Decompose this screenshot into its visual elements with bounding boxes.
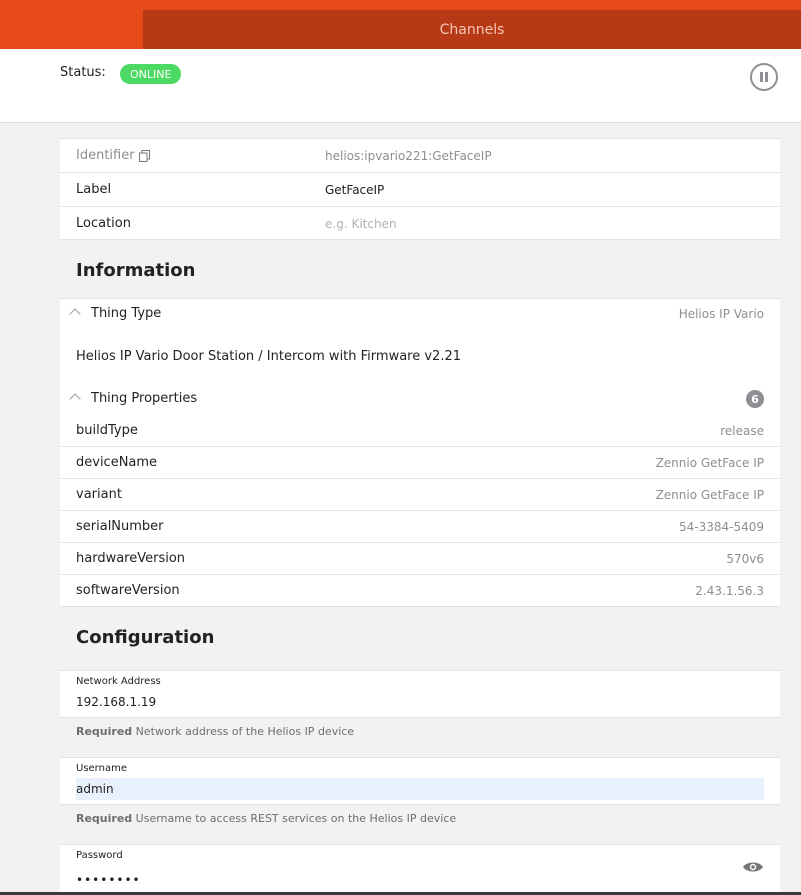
hint-text: Network address of the Helios IP device	[135, 725, 355, 738]
tab-thing[interactable]	[0, 10, 143, 49]
location-row: Location	[60, 207, 780, 241]
network-address-hint: Required Network address of the Helios I…	[76, 725, 354, 738]
pause-icon-bar	[765, 72, 768, 82]
status-badge: ONLINE	[120, 64, 182, 84]
property-key: variant	[76, 487, 122, 502]
property-key: serialNumber	[76, 519, 164, 534]
property-key: softwareVersion	[76, 583, 180, 598]
thing-properties-label: Thing Properties	[91, 391, 198, 406]
property-value: release	[720, 424, 764, 438]
pause-button[interactable]	[750, 63, 778, 91]
username-hint: Required Username to access REST service…	[76, 812, 456, 825]
identifier-value: helios:ipvario221:GetFaceIP	[325, 149, 492, 163]
property-value: 570v6	[726, 552, 764, 566]
identifier-row: Identifier helios:ipvario221:GetFaceIP	[60, 139, 780, 173]
password-label: Password	[76, 850, 123, 861]
location-input[interactable]	[325, 214, 765, 234]
property-value: Zennio GetFace IP	[655, 456, 764, 470]
property-value: 54-3384-5409	[678, 520, 764, 534]
label-label: Label	[76, 182, 112, 197]
username-input[interactable]	[76, 778, 764, 800]
property-row: hardwareVersion 570v6	[60, 543, 780, 575]
configuration-title: Configuration	[76, 627, 215, 648]
required-label: Required	[76, 812, 133, 825]
username-label: Username	[76, 763, 127, 774]
properties-count-badge: 6	[746, 390, 764, 408]
thing-type-value: Helios IP Vario	[678, 307, 764, 321]
thing-info-card: Identifier helios:ipvario221:GetFaceIP L…	[60, 138, 780, 240]
label-input[interactable]	[325, 180, 765, 200]
network-address-field: Network Address	[60, 670, 780, 718]
top-strip	[0, 0, 801, 10]
property-key: buildType	[76, 423, 138, 438]
thing-type-header[interactable]: Thing Type Helios IP Vario	[60, 299, 780, 329]
property-key: hardwareVersion	[76, 551, 186, 566]
pause-icon	[760, 72, 763, 82]
property-row: serialNumber 54-3384-5409	[60, 511, 780, 543]
network-address-label: Network Address	[76, 676, 161, 687]
property-row: softwareVersion 2.43.1.56.3	[60, 575, 780, 607]
information-title: Information	[76, 260, 196, 281]
location-label: Location	[76, 216, 131, 231]
tab-channels[interactable]: Channels	[143, 10, 801, 49]
status-label: Status:	[60, 65, 106, 80]
hint-text: Username to access REST services on the …	[135, 812, 457, 825]
identifier-label: Identifier	[76, 148, 135, 163]
thing-type-label: Thing Type	[91, 306, 162, 321]
information-card: Thing Type Helios IP Vario Helios IP Var…	[60, 298, 780, 607]
copy-icon[interactable]	[139, 150, 150, 162]
required-label: Required	[76, 725, 133, 738]
network-address-input[interactable]	[76, 691, 764, 713]
eye-icon[interactable]	[742, 860, 764, 874]
chevron-up-icon	[69, 308, 81, 320]
status-bar: Status: ONLINE	[0, 49, 801, 123]
thing-properties-header[interactable]: Thing Properties 6	[60, 384, 780, 414]
password-field: Password ••••••••	[60, 844, 780, 895]
property-row: buildType release	[60, 415, 780, 447]
label-row: Label	[60, 173, 780, 207]
header-tabs: Channels	[0, 10, 801, 49]
property-key: deviceName	[76, 455, 158, 470]
property-value: Zennio GetFace IP	[655, 488, 764, 502]
property-value: 2.43.1.56.3	[695, 584, 764, 598]
chevron-up-icon	[69, 393, 81, 405]
property-row: variant Zennio GetFace IP	[60, 479, 780, 511]
thing-type-description: Helios IP Vario Door Station / Intercom …	[76, 349, 461, 364]
username-field: Username	[60, 757, 780, 805]
property-row: deviceName Zennio GetFace IP	[60, 447, 780, 479]
